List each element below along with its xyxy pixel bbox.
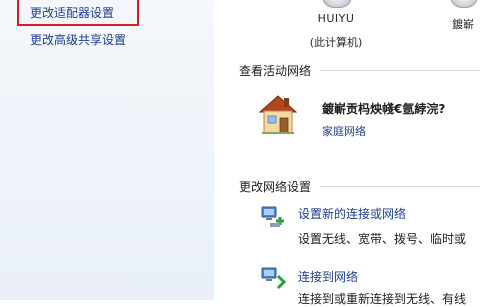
network-node-icon[interactable] xyxy=(450,0,478,8)
left-navigation-pane: 更改适配器设置 更改高级共享设置 xyxy=(0,0,214,300)
setup-new-connection-link[interactable]: 设置新的连接或网络 xyxy=(298,205,406,222)
network-node-label: 鍍嶄 xyxy=(452,18,474,31)
change-network-settings-header: 更改网络设置 xyxy=(239,180,312,194)
main-pane: HUIYU (此计算机) 鍍嶄 查看活动网络 鍍嶄贡杩炴帴€氬綍浣? 家庭网络 … xyxy=(214,0,480,306)
change-adapter-settings-link[interactable]: 更改适配器设置 xyxy=(30,6,114,20)
section-divider xyxy=(320,186,480,187)
connect-to-network-description: 连接到或重新连接到无线、有线 xyxy=(298,292,467,306)
connect-to-network-link[interactable]: 连接到网络 xyxy=(298,268,358,285)
network-setup-icon xyxy=(261,206,284,227)
network-connect-icon xyxy=(261,267,286,290)
setup-new-connection-description: 设置无线、宽带、拨号、临时或 xyxy=(298,232,467,246)
computer-subtitle: (此计算机) xyxy=(309,36,363,49)
network-type-link[interactable]: 家庭网络 xyxy=(322,123,366,139)
view-active-networks-header: 查看活动网络 xyxy=(239,64,312,78)
computer-icon xyxy=(322,0,352,8)
active-network-name: 鍍嶄贡杩炴帴€氬綍浣? xyxy=(322,102,446,116)
house-icon xyxy=(258,95,298,134)
section-divider xyxy=(320,70,480,71)
computer-name: HUIYU xyxy=(317,12,355,25)
change-advanced-sharing-link[interactable]: 更改高级共享设置 xyxy=(30,33,126,47)
